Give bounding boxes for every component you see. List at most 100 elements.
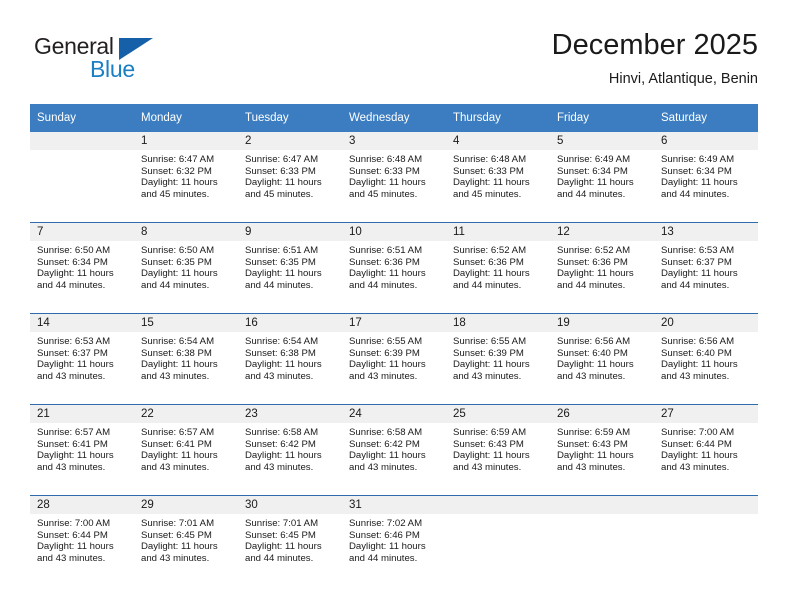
sunset-text: Sunset: 6:40 PM [661,347,732,359]
calendar-day-cell[interactable]: 10 Sunrise: 6:51 AM Sunset: 6:36 PM Dayligh… [342,222,446,314]
calendar-day-cell[interactable]: 7 Sunrise: 6:50 AM Sunset: 6:34 PM Daylight… [30,222,134,314]
daylight-text-line1: Daylight: 11 hours [245,450,322,462]
calendar-day-cell[interactable]: 16 Sunrise: 6:54 AM Sunset: 6:38 PM Dayligh… [238,313,342,405]
sunset-text: Sunset: 6:35 PM [245,256,316,268]
day-cell-inner: 20 Sunrise: 6:56 AM Sunset: 6:40 PM Dayligh… [654,314,758,404]
calendar-day-cell[interactable]: 2 Sunrise: 6:47 AM Sunset: 6:33 PM Daylight… [238,132,342,223]
daylight-text-line2: and 44 minutes. [557,188,626,200]
calendar-day-cell[interactable]: 28 Sunrise: 7:00 AM Sunset: 6:44 PM Dayligh… [30,495,134,586]
calendar-day-cell[interactable]: 5 Sunrise: 6:49 AM Sunset: 6:34 PM Daylight… [550,132,654,223]
calendar-day-cell[interactable]: 26 Sunrise: 6:59 AM Sunset: 6:43 PM Dayligh… [550,404,654,496]
location-subtitle: Hinvi, Atlantique, Benin [608,71,758,87]
day-number: 22 [134,405,238,423]
day-details: Sunrise: 7:00 AM Sunset: 6:44 PM Daylight:… [30,514,134,564]
calendar-day-cell[interactable]: 19 Sunrise: 6:56 AM Sunset: 6:40 PM Dayligh… [550,313,654,405]
calendar-day-cell[interactable]: 30 Sunrise: 7:01 AM Sunset: 6:45 PM Dayligh… [238,495,342,586]
day-cell-inner: 21 Sunrise: 6:57 AM Sunset: 6:41 PM Dayligh… [30,405,134,495]
daylight-text-line1: Daylight: 11 hours [37,268,114,280]
calendar-day-cell[interactable]: 8 Sunrise: 6:50 AM Sunset: 6:35 PM Daylight… [134,222,238,314]
daylight-text-line2: and 44 minutes. [349,279,418,291]
calendar-day-cell[interactable]: 31 Sunrise: 7:02 AM Sunset: 6:46 PM Dayligh… [342,495,446,586]
day-cell-inner: 13 Sunrise: 6:53 AM Sunset: 6:37 PM Dayligh… [654,223,758,313]
general-blue-logo: General Blue [34,33,184,85]
sunrise-text: Sunrise: 6:53 AM [37,336,111,347]
day-number: 30 [238,496,342,514]
calendar-day-cell[interactable]: 17 Sunrise: 6:55 AM Sunset: 6:39 PM Dayligh… [342,313,446,405]
sunrise-text: Sunrise: 7:01 AM [245,518,319,529]
daylight-text-line1: Daylight: 11 hours [349,359,426,371]
calendar-day-cell[interactable]: 3 Sunrise: 6:48 AM Sunset: 6:33 PM Daylight… [342,132,446,223]
calendar-day-cell[interactable]: 11 Sunrise: 6:52 AM Sunset: 6:36 PM Dayligh… [446,222,550,314]
calendar-day-cell[interactable]: 27 Sunrise: 7:00 AM Sunset: 6:44 PM Dayligh… [654,404,758,496]
daylight-text-line1: Daylight: 11 hours [141,177,218,189]
daylight-text-line2: and 43 minutes. [349,370,418,382]
calendar-day-cell[interactable]: 22 Sunrise: 6:57 AM Sunset: 6:41 PM Dayligh… [134,404,238,496]
day-number: 2 [238,132,342,150]
calendar-day-cell[interactable]: 9 Sunrise: 6:51 AM Sunset: 6:35 PM Daylight… [238,222,342,314]
day-number: 10 [342,223,446,241]
calendar-empty-cell [654,495,758,586]
sunrise-text: Sunrise: 6:53 AM [661,245,735,256]
day-cell-inner: 10 Sunrise: 6:51 AM Sunset: 6:36 PM Dayligh… [342,223,446,313]
daylight-text-line2: and 44 minutes. [245,279,314,291]
day-details: Sunrise: 6:55 AM Sunset: 6:39 PM Daylight:… [446,332,550,382]
day-details: Sunrise: 6:47 AM Sunset: 6:32 PM Daylight:… [134,150,238,200]
sunrise-text: Sunrise: 6:55 AM [349,336,423,347]
calendar-day-cell[interactable]: 23 Sunrise: 6:58 AM Sunset: 6:42 PM Dayligh… [238,404,342,496]
calendar-day-cell[interactable]: 25 Sunrise: 6:59 AM Sunset: 6:43 PM Dayligh… [446,404,550,496]
calendar-day-cell[interactable]: 14 Sunrise: 6:53 AM Sunset: 6:37 PM Dayligh… [30,313,134,405]
daylight-text-line2: and 45 minutes. [141,188,210,200]
day-details: Sunrise: 6:48 AM Sunset: 6:33 PM Daylight:… [446,150,550,200]
calendar-empty-cell [550,495,654,586]
sunrise-text: Sunrise: 7:00 AM [37,518,111,529]
sunrise-text: Sunrise: 6:57 AM [37,427,111,438]
daylight-text-line2: and 43 minutes. [245,461,314,473]
day-details: Sunrise: 6:51 AM Sunset: 6:35 PM Daylight:… [238,241,342,291]
calendar-day-cell[interactable]: 18 Sunrise: 6:55 AM Sunset: 6:39 PM Dayligh… [446,313,550,405]
calendar-day-cell[interactable]: 15 Sunrise: 6:54 AM Sunset: 6:38 PM Dayligh… [134,313,238,405]
sunrise-text: Sunrise: 7:01 AM [141,518,215,529]
daylight-text-line2: and 43 minutes. [557,370,626,382]
day-number [654,496,758,514]
weekday-header-saturday: Saturday [654,104,758,132]
sunrise-text: Sunrise: 6:52 AM [557,245,631,256]
day-number: 6 [654,132,758,150]
calendar-day-cell[interactable]: 13 Sunrise: 6:53 AM Sunset: 6:37 PM Dayligh… [654,222,758,314]
day-details: Sunrise: 7:02 AM Sunset: 6:46 PM Daylight:… [342,514,446,564]
sunrise-text: Sunrise: 7:00 AM [661,427,735,438]
calendar-day-cell[interactable]: 29 Sunrise: 7:01 AM Sunset: 6:45 PM Dayligh… [134,495,238,586]
day-cell-inner: 22 Sunrise: 6:57 AM Sunset: 6:41 PM Dayligh… [134,405,238,495]
sunrise-text: Sunrise: 6:54 AM [141,336,215,347]
daylight-text-line2: and 44 minutes. [661,188,730,200]
calendar-body: 1 Sunrise: 6:47 AM Sunset: 6:32 PM Daylight… [30,132,758,586]
daylight-text-line2: and 45 minutes. [349,188,418,200]
day-cell-inner: 2 Sunrise: 6:47 AM Sunset: 6:33 PM Daylight… [238,132,342,222]
sunset-text: Sunset: 6:33 PM [453,165,524,177]
daylight-text-line2: and 43 minutes. [349,461,418,473]
calendar-day-cell[interactable]: 12 Sunrise: 6:52 AM Sunset: 6:36 PM Dayligh… [550,222,654,314]
calendar-day-cell[interactable]: 20 Sunrise: 6:56 AM Sunset: 6:40 PM Dayligh… [654,313,758,405]
sunset-text: Sunset: 6:37 PM [37,347,108,359]
sunset-text: Sunset: 6:38 PM [245,347,316,359]
calendar-day-cell[interactable]: 24 Sunrise: 6:58 AM Sunset: 6:42 PM Dayligh… [342,404,446,496]
sunrise-text: Sunrise: 6:51 AM [349,245,423,256]
daylight-text-line1: Daylight: 11 hours [453,177,530,189]
daylight-text-line2: and 43 minutes. [661,370,730,382]
day-cell-inner: 1 Sunrise: 6:47 AM Sunset: 6:32 PM Daylight… [134,132,238,222]
day-details: Sunrise: 6:58 AM Sunset: 6:42 PM Daylight:… [342,423,446,473]
calendar-empty-cell [30,132,134,223]
calendar-table: Sunday Monday Tuesday Wednesday Thursday… [30,104,758,586]
daylight-text-line2: and 44 minutes. [349,552,418,564]
day-details: Sunrise: 6:58 AM Sunset: 6:42 PM Daylight:… [238,423,342,473]
calendar-day-cell[interactable]: 21 Sunrise: 6:57 AM Sunset: 6:41 PM Dayligh… [30,404,134,496]
calendar-day-cell[interactable]: 1 Sunrise: 6:47 AM Sunset: 6:32 PM Daylight… [134,132,238,223]
daylight-text-line2: and 44 minutes. [557,279,626,291]
day-number: 23 [238,405,342,423]
daylight-text-line1: Daylight: 11 hours [245,359,322,371]
daylight-text-line2: and 44 minutes. [453,279,522,291]
calendar-day-cell[interactable]: 4 Sunrise: 6:48 AM Sunset: 6:33 PM Daylight… [446,132,550,223]
day-number [550,496,654,514]
day-cell-inner [446,496,550,586]
calendar-day-cell[interactable]: 6 Sunrise: 6:49 AM Sunset: 6:34 PM Daylight… [654,132,758,223]
daylight-text-line1: Daylight: 11 hours [141,450,218,462]
